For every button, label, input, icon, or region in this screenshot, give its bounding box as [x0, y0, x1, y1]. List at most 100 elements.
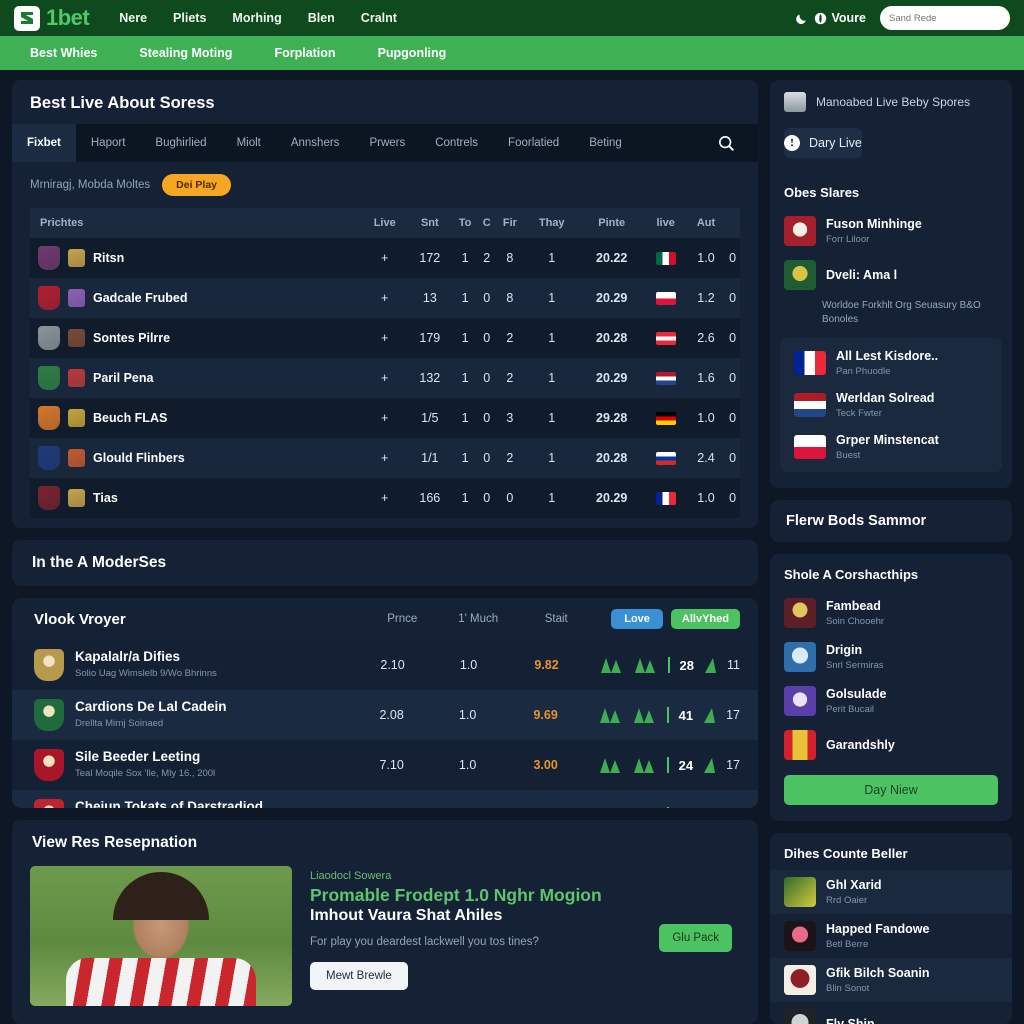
item-subtitle: Teck Fwter [836, 408, 882, 419]
team-name: Beuch FLAS [93, 411, 168, 425]
mewt-brewle-button[interactable]: Mewt Brewle [310, 962, 408, 990]
item-name: Ghl Xarid [826, 878, 882, 892]
promo-title: View Res Resepnation [32, 834, 198, 851]
match-indicators: 41 17 [585, 707, 740, 724]
shole-item[interactable]: Garandshly [770, 723, 1012, 767]
tab-beting[interactable]: Beting [574, 124, 637, 162]
tab-fixbet[interactable]: Fixbet [12, 124, 76, 162]
dei-play-button[interactable]: Dei Play [162, 174, 232, 196]
club-logo-icon [34, 749, 64, 781]
item-name: Gfik Bilch Soanin [826, 966, 930, 980]
cell-team: Sontes Pilrre [30, 318, 362, 358]
table-row[interactable]: Ritsn +172 1 2 8 1 20.22 1.0 0 [30, 238, 740, 278]
obes-item[interactable]: Dveli: Ama l [770, 253, 1012, 297]
love-filter-button[interactable]: Love [611, 609, 663, 629]
header-search[interactable] [880, 6, 1021, 30]
club-logo-icon [784, 260, 816, 290]
match-name: Kapalalr/a Difies [75, 649, 181, 665]
brand-logo[interactable]: 1bet [14, 5, 90, 31]
subnav-item-3[interactable]: Pupgonling [378, 46, 447, 60]
match-count2: 17 [726, 758, 740, 772]
table-row[interactable]: Tias +166 1 0 0 1 20.29 1.0 0 [30, 478, 740, 518]
team-name: Paril Pena [93, 371, 154, 385]
tab-annshers[interactable]: Annshers [276, 124, 355, 162]
nav-item-1[interactable]: Pliets [173, 11, 206, 25]
allvyhed-filter-button[interactable]: AllvYhed [670, 609, 740, 629]
cell-live[interactable]: + [362, 358, 408, 398]
tab-miolt[interactable]: Miolt [222, 124, 276, 162]
day-new-button[interactable]: Day Niew [784, 775, 998, 805]
item-name: Drigin [826, 643, 863, 657]
obes-item[interactable]: Fuson Minhinge Forr Liloor [770, 209, 1012, 253]
subnav-item-0[interactable]: Best Whies [30, 46, 97, 60]
cell-last: 0 [729, 331, 737, 345]
cell-time: 20.28 [596, 331, 628, 345]
table-row[interactable]: Gadcale Frubed +13 1 0 8 1 20.29 1.2 0 [30, 278, 740, 318]
nav-item-4[interactable]: Cralnt [361, 11, 397, 25]
obes-block-item[interactable]: Werldan Solread Teck Fwter [780, 384, 1002, 426]
cell-c: 0 [483, 291, 491, 305]
match-row[interactable]: Cardions De Lal Cadein Drellta Mirnj Soin… [12, 690, 758, 740]
dihes-title: Dihes Counte Beller [784, 846, 908, 861]
col-blank [725, 208, 740, 238]
cell-live[interactable]: + [362, 478, 408, 518]
search-input[interactable] [889, 12, 1021, 24]
item-subtitle: Blin Sonot [826, 983, 870, 994]
shole-item[interactable]: Drigin Snrl Sermiras [770, 635, 1012, 679]
cell-fir: 8 [506, 251, 514, 265]
cell-thay: 1 [548, 251, 556, 265]
match-row[interactable]: Kapalalr/a Difies Solio Uag Wimslelb 9/Wo… [12, 640, 758, 690]
tab-search-button[interactable] [717, 134, 752, 153]
country-flag-icon [655, 452, 676, 466]
match-price: 7.10 [379, 758, 404, 772]
shole-item[interactable]: Golsulade Perit Bucail [770, 679, 1012, 723]
shole-items-list: Fambead Soin Chooehr Drigin Snrl Sermiras Go… [770, 591, 1012, 767]
dihes-item[interactable]: Ghl Xarid Rrd Oaier [770, 870, 1012, 914]
table-row[interactable]: Paril Pena +132 1 0 2 1 20.29 1.6 0 [30, 358, 740, 398]
subnav-item-2[interactable]: Forplation [274, 46, 335, 60]
cell-live[interactable]: + [362, 438, 408, 478]
obes-block-item[interactable]: Grper Minstencat Buest [780, 426, 1002, 468]
match-name: Cheiun Tokats of Darstradiod [75, 799, 264, 808]
tab-foorlatied[interactable]: Foorlatied [493, 124, 574, 162]
tab-contrels[interactable]: Contrels [420, 124, 493, 162]
match-subtitle: Drellta Mirnj Soinaed [75, 718, 164, 730]
cell-flag [645, 358, 687, 398]
tab-haport[interactable]: Haport [76, 124, 141, 162]
obes-block-item[interactable]: All Lest Kisdore.. Pan Phuodle [780, 342, 1002, 384]
account-menu[interactable]: Voure [795, 11, 866, 25]
dihes-item[interactable]: Fly Shin [770, 1002, 1012, 1024]
dihes-item[interactable]: Happed Fandowe Betl Berre [770, 914, 1012, 958]
dihes-items-list: Ghl Xarid Rrd Oaier Happed Fandowe Betl Ber… [770, 870, 1012, 1024]
team-name: Ritsn [93, 251, 125, 265]
match-row[interactable]: Sile Beeder Leeting Teal Moqile Sox 'lle,… [12, 740, 758, 790]
subnav-item-1[interactable]: Stealing Moting [139, 46, 232, 60]
filter-row: Mrniragj, Mobda Moltes Dei Play [12, 162, 758, 208]
dihes-item[interactable]: Gfik Bilch Soanin Blin Sonot [770, 958, 1012, 1002]
glu-pack-button[interactable]: Glu Pack [659, 924, 732, 952]
match-row[interactable]: Cheiun Tokats of DarstradiodTlyrha Uny T… [12, 790, 758, 808]
table-row[interactable]: Sontes Pilrre +179 1 0 2 1 20.28 2.6 0 [30, 318, 740, 358]
nav-item-3[interactable]: Blen [308, 11, 335, 25]
cell-live[interactable]: + [362, 238, 408, 278]
nav-item-0[interactable]: Nere [119, 11, 147, 25]
item-subtitle: Snrl Sermiras [826, 660, 884, 671]
obes-slares-title: Obes Slares [784, 185, 860, 200]
cell-time: 20.29 [596, 371, 628, 385]
tab-bughirlied[interactable]: Bughirlied [140, 124, 221, 162]
cell-c: 0 [483, 491, 491, 505]
cell-live[interactable]: + [362, 278, 408, 318]
cell-last: 0 [729, 291, 737, 305]
dary-live-button[interactable]: Dary Live [784, 128, 862, 158]
table-row[interactable]: Glould Flinbers +1/1 1 0 2 1 20.28 2.4 0 [30, 438, 740, 478]
tab-prwers[interactable]: Prwers [354, 124, 420, 162]
col-aut: Aut [686, 208, 726, 238]
country-flag-icon [794, 351, 826, 375]
nav-item-2[interactable]: Morhing [232, 11, 281, 25]
table-row[interactable]: Beuch FLAS +1/5 1 0 3 1 29.28 1.0 0 [30, 398, 740, 438]
cell-live[interactable]: + [362, 318, 408, 358]
col-fir: Fir [495, 208, 525, 238]
cell-live[interactable]: + [362, 398, 408, 438]
cell-aut: 2.4 [697, 451, 715, 465]
shole-item[interactable]: Fambead Soin Chooehr [770, 591, 1012, 635]
